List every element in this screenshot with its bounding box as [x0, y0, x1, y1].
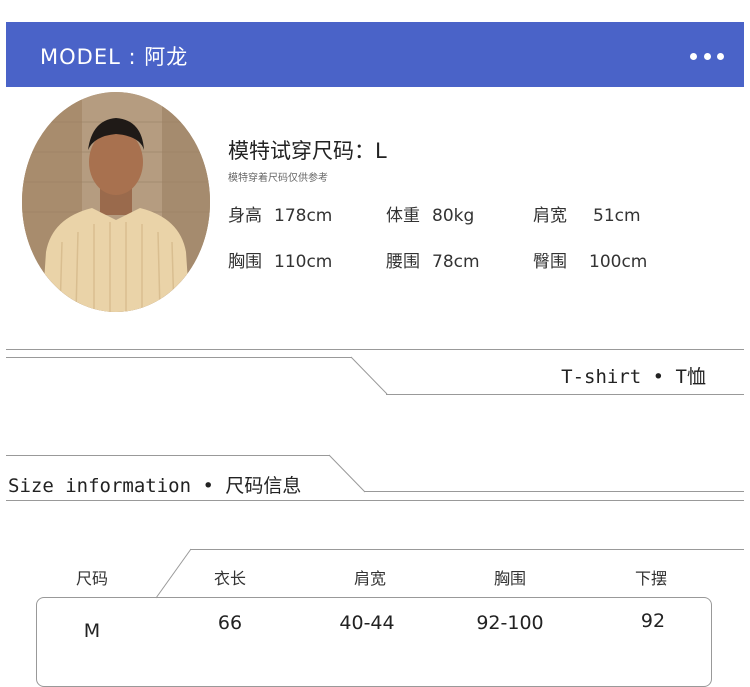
chest-column-header: 胸围	[493, 569, 526, 588]
stat-height: 身高 178cm	[228, 201, 332, 226]
stat-value: 80kg	[432, 206, 475, 226]
stat-shoulder: 肩宽 51cm	[533, 201, 641, 226]
stat-value: 51cm	[593, 206, 641, 226]
divider	[6, 349, 744, 350]
hem-column-header: 下摆	[634, 569, 667, 588]
shoulder-column-header: 肩宽	[353, 569, 386, 588]
divider	[6, 357, 352, 358]
product-type-en: T-shirt • T	[561, 366, 687, 388]
stat-hips: 臀围 100cm	[533, 247, 647, 272]
hem-cell: 92	[640, 610, 666, 632]
divider	[6, 500, 744, 501]
more-dots-icon[interactable]	[690, 52, 724, 60]
size-info-en: Size information •	[8, 475, 226, 497]
stat-value: 178cm	[274, 206, 333, 226]
size-info-zh: 尺码信息	[225, 475, 302, 497]
divider	[364, 491, 744, 492]
divider-diagonal	[328, 454, 366, 493]
model-fit-note: 模特穿着尺码仅供参考	[228, 173, 328, 184]
model-info: 模特试穿尺码：L 模特穿着尺码仅供参考 身高 178cm 体重 80kg 肩宽 51c…	[228, 137, 728, 272]
length-column-header: 衣长	[213, 569, 246, 588]
shoulder-cell: 40-44	[339, 612, 395, 634]
stat-label: 臀围	[533, 252, 567, 272]
divider	[386, 394, 744, 395]
size-cell: M	[83, 620, 101, 642]
size-info-label: Size information • 尺码信息	[8, 471, 301, 498]
stat-label: 胸围	[228, 252, 262, 272]
divider	[6, 455, 330, 456]
model-avatar	[22, 92, 210, 312]
table-top-line	[190, 549, 744, 550]
model-fit-size: 模特试穿尺码：L	[228, 139, 387, 163]
product-type-zh: 恤	[686, 366, 706, 388]
model-measurements: 身高 178cm 体重 80kg 肩宽 51cm 胸围 110cm 腰围 78cm 臀围 1…	[228, 201, 728, 293]
model-photo-illustration	[22, 92, 210, 312]
stat-weight: 体重 80kg	[386, 201, 474, 226]
header-bar: MODEL : 阿龙	[6, 22, 744, 87]
chest-cell: 92-100	[476, 612, 544, 634]
stat-value: 110cm	[274, 252, 333, 272]
size-column-header: 尺码	[75, 569, 108, 588]
stat-label: 腰围	[386, 252, 420, 272]
stat-value: 78cm	[432, 252, 480, 272]
stat-waist: 腰围 78cm	[386, 247, 480, 272]
stats-row: 胸围 110cm 腰围 78cm 臀围 100cm	[228, 247, 728, 293]
stat-label: 肩宽	[533, 206, 567, 226]
model-name-title: MODEL : 阿龙	[40, 45, 189, 69]
dot	[703, 52, 711, 60]
dot	[690, 52, 697, 60]
stat-label: 体重	[386, 206, 420, 226]
stat-label: 身高	[228, 206, 262, 226]
stat-chest: 胸围 110cm	[228, 247, 332, 272]
product-type-label: T-shirt • T恤	[561, 362, 706, 389]
stat-value: 100cm	[589, 252, 648, 272]
divider-diagonal	[350, 356, 388, 395]
stats-row: 身高 178cm 体重 80kg 肩宽 51cm	[228, 201, 728, 247]
length-cell: 66	[217, 612, 243, 634]
dot	[717, 52, 724, 60]
